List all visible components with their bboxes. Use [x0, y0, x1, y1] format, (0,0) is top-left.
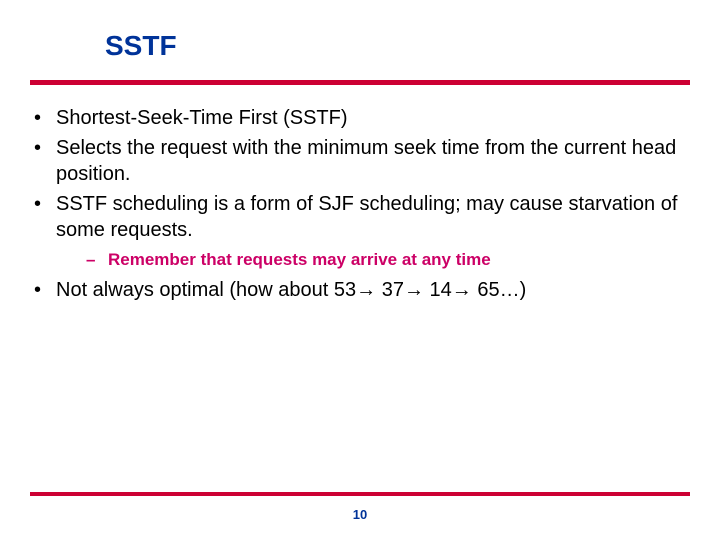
- bullet-text: SSTF scheduling is a form of SJF schedul…: [56, 193, 677, 241]
- bullet-item: Selects the request with the minimum see…: [30, 135, 690, 187]
- sub-list: Remember that requests may arrive at any…: [56, 249, 690, 271]
- content-area: Shortest-Seek-Time First (SSTF) Selects …: [30, 105, 690, 303]
- slide-title: SSTF: [105, 30, 690, 62]
- sub-bullet-item: Remember that requests may arrive at any…: [86, 249, 690, 271]
- divider-top: [30, 80, 690, 85]
- page-number: 10: [0, 507, 720, 522]
- bullet-item: Not always optimal (how about 53→ 37→ 14…: [30, 277, 690, 303]
- main-list: Shortest-Seek-Time First (SSTF) Selects …: [30, 105, 690, 303]
- slide: SSTF Shortest-Seek-Time First (SSTF) Sel…: [0, 0, 720, 540]
- bullet-item: Shortest-Seek-Time First (SSTF): [30, 105, 690, 131]
- divider-bottom: [30, 492, 690, 496]
- bullet-item: SSTF scheduling is a form of SJF schedul…: [30, 191, 690, 271]
